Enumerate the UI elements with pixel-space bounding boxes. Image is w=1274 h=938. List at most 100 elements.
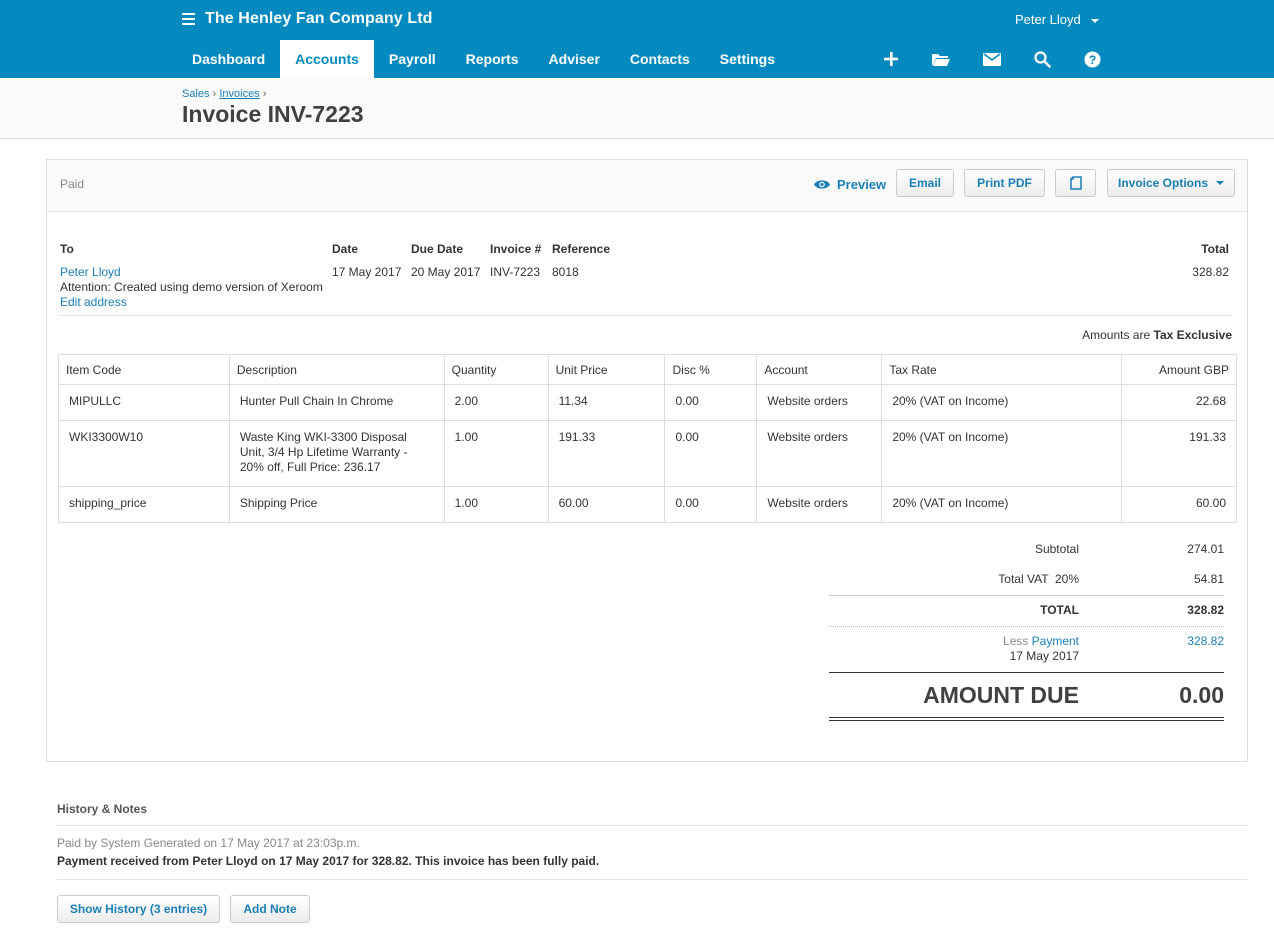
preview-label: Preview	[837, 177, 887, 192]
cell-tax-rate[interactable]: 20% (VAT on Income)	[881, 486, 1123, 523]
nav-adviser[interactable]: Adviser	[534, 40, 615, 78]
nav-reports[interactable]: Reports	[451, 40, 534, 78]
cell-unit-price[interactable]: 11.34	[547, 384, 666, 421]
svg-text:?: ?	[1088, 53, 1095, 67]
cell-quantity[interactable]: 2.00	[443, 384, 549, 421]
copy-button[interactable]	[1055, 169, 1096, 197]
user-menu[interactable]: Peter Lloyd	[1015, 12, 1099, 27]
divider	[829, 595, 1224, 596]
mail-icon[interactable]	[982, 49, 1002, 69]
cell-amount: 191.33	[1121, 420, 1237, 487]
table-row[interactable]: WKI3300W10 Waste King WKI-3300 Disposal …	[58, 420, 1237, 487]
eye-icon	[814, 180, 830, 189]
history-meta: Paid by System Generated on 17 May 2017 …	[57, 836, 360, 850]
cell-disc[interactable]: 0.00	[664, 486, 758, 523]
cell-disc[interactable]: 0.00	[664, 384, 758, 421]
cell-tax-rate[interactable]: 20% (VAT on Income)	[881, 420, 1123, 487]
history-title: History & Notes	[57, 802, 148, 816]
page-header: Sales › Invoices › Invoice INV-7223	[0, 78, 1274, 139]
show-history-button[interactable]: Show History (3 entries)	[57, 895, 220, 923]
divider	[829, 626, 1224, 627]
copy-icon	[1069, 176, 1082, 190]
invoice-options-button[interactable]: Invoice Options	[1107, 169, 1235, 197]
cell-account[interactable]: Website orders	[756, 384, 883, 421]
cell-disc[interactable]: 0.00	[664, 420, 758, 487]
less-payment: Less Payment	[829, 634, 1079, 648]
col-disc: Disc %	[664, 354, 758, 385]
col-amount: Amount GBP	[1121, 354, 1237, 385]
caret-down-icon	[1216, 181, 1224, 185]
email-button[interactable]: Email	[896, 169, 954, 197]
amounts-prefix: Amounts are	[1082, 328, 1151, 342]
top-bar: The Henley Fan Company Ltd Peter Lloyd D…	[0, 0, 1274, 78]
table-row[interactable]: MIPULLC Hunter Pull Chain In Chrome 2.00…	[58, 384, 1237, 421]
cell-unit-price[interactable]: 191.33	[547, 420, 666, 487]
cell-amount: 22.68	[1121, 384, 1237, 421]
invoice-number-label: Invoice #	[490, 242, 542, 256]
help-icon[interactable]: ?	[1082, 49, 1102, 69]
breadcrumb-invoices[interactable]: Invoices	[219, 88, 259, 100]
preview-button[interactable]: Preview	[814, 177, 886, 192]
amounts-type: Tax Exclusive	[1153, 328, 1233, 342]
double-divider	[829, 717, 1224, 721]
breadcrumb-separator: ›	[262, 88, 267, 100]
user-name: Peter Lloyd	[1015, 12, 1081, 27]
divider	[829, 672, 1224, 673]
col-item-code: Item Code	[58, 354, 230, 385]
invoice-due-date: 20 May 2017	[411, 265, 481, 279]
invoice-options-label: Invoice Options	[1117, 176, 1208, 190]
date-label: Date	[332, 242, 359, 256]
amounts-tax-mode: Amounts are Tax Exclusive	[947, 328, 1232, 342]
nav-settings[interactable]: Settings	[705, 40, 790, 78]
cell-unit-price[interactable]: 60.00	[547, 486, 666, 523]
breadcrumb-separator: ›	[212, 88, 217, 100]
breadcrumb-sales[interactable]: Sales	[182, 88, 210, 100]
attention-text: Attention: Created using demo version of…	[60, 280, 323, 294]
col-description: Description	[228, 354, 445, 385]
history-entry: Payment received from Peter Lloyd on 17 …	[57, 854, 600, 868]
main-nav: Dashboard Accounts Payroll Reports Advis…	[177, 40, 790, 78]
cell-tax-rate[interactable]: 20% (VAT on Income)	[881, 384, 1123, 421]
col-quantity: Quantity	[443, 354, 549, 385]
cell-quantity[interactable]: 1.00	[443, 420, 549, 487]
status-badge: Paid	[60, 177, 85, 191]
cell-account[interactable]: Website orders	[756, 486, 883, 523]
table-header-row: Item Code Description Quantity Unit Pric…	[58, 354, 1237, 385]
cell-account[interactable]: Website orders	[756, 420, 883, 487]
invoice-total: 328.82	[1192, 265, 1229, 279]
reference-label: Reference	[552, 242, 611, 256]
payment-amount-link[interactable]: 328.82	[1124, 634, 1224, 648]
nav-contacts[interactable]: Contacts	[615, 40, 705, 78]
org-switcher[interactable]: The Henley Fan Company Ltd	[179, 8, 433, 30]
vat-value: 54.81	[1193, 572, 1224, 586]
contact-link[interactable]: Peter Lloyd	[60, 265, 121, 279]
nav-payroll[interactable]: Payroll	[374, 40, 451, 78]
folder-icon[interactable]	[931, 49, 951, 69]
invoice-panel: Paid Preview Email Print PDF Invoice Opt…	[46, 159, 1248, 762]
invoice-date: 17 May 2017	[332, 265, 402, 279]
cell-description[interactable]: Shipping Price	[228, 486, 445, 523]
cell-quantity[interactable]: 1.00	[443, 486, 549, 523]
amount-due-value: 0.00	[1179, 682, 1224, 708]
cell-item-code[interactable]: MIPULLC	[58, 384, 230, 421]
nav-accounts[interactable]: Accounts	[280, 40, 374, 78]
add-note-button[interactable]: Add Note	[230, 895, 310, 923]
menu-list-icon	[179, 12, 195, 26]
payment-link[interactable]: Payment	[1032, 634, 1079, 648]
edit-address-link[interactable]: Edit address	[60, 295, 127, 309]
nav-dashboard[interactable]: Dashboard	[177, 40, 280, 78]
cell-item-code[interactable]: WKI3300W10	[58, 420, 230, 487]
cell-description[interactable]: Hunter Pull Chain In Chrome	[228, 384, 445, 421]
col-unit-price: Unit Price	[547, 354, 666, 385]
cell-item-code[interactable]: shipping_price	[58, 486, 230, 523]
subtotal-value: 274.01	[1187, 542, 1224, 556]
print-pdf-button[interactable]: Print PDF	[964, 169, 1045, 197]
breadcrumb: Sales › Invoices ›	[182, 88, 266, 100]
cell-description[interactable]: Waste King WKI-3300 Disposal Unit, 3/4 H…	[228, 420, 445, 487]
divider	[57, 825, 1247, 826]
subtotal-label: Subtotal	[1034, 542, 1079, 556]
org-name: The Henley Fan Company Ltd	[205, 10, 433, 27]
plus-icon[interactable]	[881, 49, 901, 69]
table-row[interactable]: shipping_price Shipping Price 1.00 60.00…	[58, 486, 1237, 523]
search-icon[interactable]	[1032, 49, 1052, 69]
